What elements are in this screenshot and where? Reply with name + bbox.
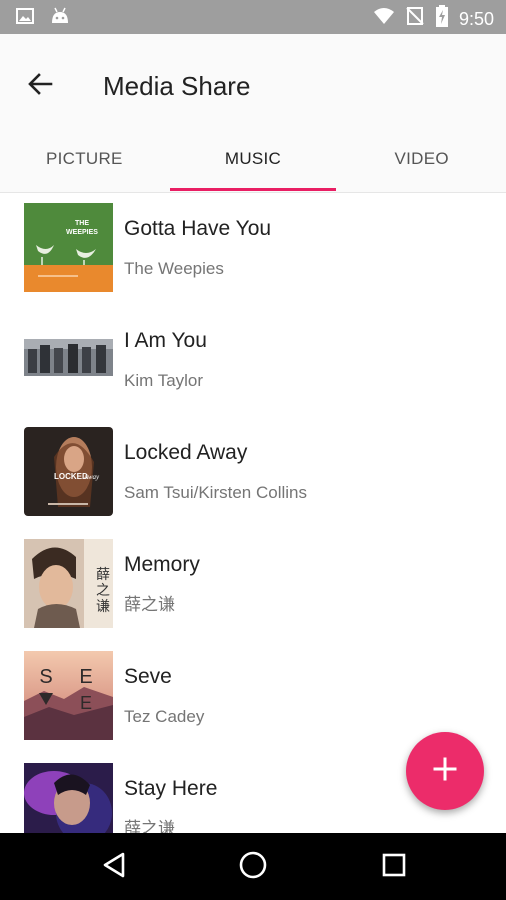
status-time: 9:50 [458,8,494,29]
list-item[interactable]: THE WEEPIES Gotta Have You The Weepies [0,193,506,305]
tab-video[interactable]: VIDEO [337,140,506,192]
app-bar: Media Share PICTURE MUSIC VIDEO [0,34,506,193]
back-button[interactable] [20,66,60,106]
song-artist: The Weepies [124,259,224,278]
svg-text:Away: Away [83,473,100,481]
svg-text:E: E [79,666,92,688]
song-artist: 薛之谦 [124,819,175,833]
svg-text:谦: 谦 [96,599,110,615]
plus-icon [433,757,457,786]
home-circle-icon [238,850,268,885]
svg-text:THE: THE [75,220,89,227]
svg-text:WEEPIES: WEEPIES [66,229,98,236]
album-cover: S E E [24,651,113,740]
album-cover [24,763,113,833]
battery-charging-icon [435,5,449,32]
add-fab-button[interactable] [406,732,484,810]
nav-back-button[interactable] [96,849,132,885]
album-cover: THE WEEPIES [24,203,113,292]
page-title: Media Share [103,71,251,101]
tab-picture[interactable]: PICTURE [0,140,169,192]
back-triangle-icon [101,851,127,884]
svg-text:S: S [39,666,52,688]
nav-home-button[interactable] [235,849,271,885]
no-signal-icon [405,6,425,31]
album-cover [24,315,113,404]
song-artist: Kim Taylor [124,371,204,390]
song-title: I Am You [124,329,207,352]
song-artist: 薛之谦 [124,595,175,614]
svg-text:E: E [80,693,92,713]
song-title: Seve [124,665,172,688]
song-artist: Sam Tsui/Kirsten Collins [124,483,307,502]
svg-text:LOCKED: LOCKED [54,472,88,481]
song-title: Locked Away [124,441,248,464]
song-title: Stay Here [124,777,218,800]
system-nav-bar [0,833,506,900]
wifi-icon [373,7,395,30]
song-title: Memory [124,553,200,576]
recents-square-icon [381,852,407,883]
svg-text:之: 之 [96,583,110,599]
list-item[interactable]: 薛 之 谦 Memory 薛之谦 [0,529,506,641]
svg-text:薛: 薛 [96,567,110,583]
list-item[interactable]: I Am You Kim Taylor [0,305,506,417]
album-cover: LOCKED Away [24,427,113,516]
arrow-back-icon [27,71,53,102]
song-title: Gotta Have You [124,217,272,240]
tab-bar: PICTURE MUSIC VIDEO [0,140,506,192]
album-cover: 薛 之 谦 [24,539,113,628]
android-icon [50,7,70,30]
nav-recents-button[interactable] [376,849,412,885]
image-icon [16,7,34,30]
list-item[interactable]: LOCKED Away Locked Away Sam Tsui/Kirsten… [0,417,506,529]
song-artist: Tez Cadey [124,707,205,726]
tab-music[interactable]: MUSIC [169,140,338,192]
status-bar: 9:50 [0,0,506,34]
